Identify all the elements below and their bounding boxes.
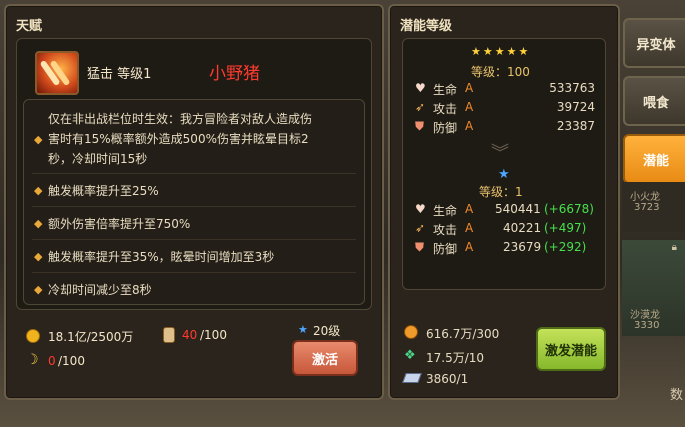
stat-label: 攻击	[433, 223, 458, 237]
stat-label: 生命	[433, 204, 458, 218]
pet-name: 小野猪	[209, 64, 260, 84]
cost-value: 616.7万/300	[426, 327, 500, 341]
stat-delta: (+6678)	[544, 202, 594, 216]
bottle-icon	[163, 327, 175, 343]
stat-delta: (+497)	[544, 221, 587, 235]
bullet-icon: ◆	[34, 250, 43, 263]
unleash-potential-button[interactable]: 激发潜能	[536, 327, 606, 371]
potential-title: 潜能等级	[400, 19, 453, 34]
banana-total: /100	[58, 354, 85, 368]
pet-card-fire-dragon[interactable]: 小火龙 3723	[622, 182, 685, 232]
stat-value: 533763	[549, 81, 595, 95]
banana-icon: ☽	[26, 352, 39, 368]
pet-card-desert-dragon[interactable]: 🔒︎ 沙漠龙 3330	[622, 240, 685, 336]
stat-label: 防御	[433, 242, 458, 256]
tab-potential[interactable]: 潜能	[623, 134, 685, 184]
sword-icon: ➶	[415, 100, 426, 114]
bullet-icon: ◆	[34, 184, 43, 197]
potential-stats-box: ★★★★★ 等级：100 ♥ 生命 A 533763 ➶ 攻击 A 39724 …	[402, 38, 606, 290]
stat-grade: A	[465, 221, 474, 235]
talent-title: 天赋	[16, 19, 43, 34]
stat-delta: (+292)	[544, 240, 587, 254]
stat-grade: A	[465, 100, 474, 114]
upgrade-item: 额外伤害倍率提升至750%	[48, 217, 191, 231]
sword-icon: ➶	[415, 221, 426, 235]
tab-feed[interactable]: 喂食	[623, 76, 685, 126]
orange-gem-icon	[404, 325, 418, 339]
star-level: 20级	[313, 324, 341, 338]
stat-grade: A	[465, 81, 474, 95]
stat-label: 防御	[433, 121, 458, 135]
desc-line-1: 仅在非出战栏位时生效：我方冒险者对敌人造成伤	[48, 112, 313, 126]
skill-effects-list: ◆ 仅在非出战栏位时生效：我方冒险者对敌人造成伤 害时有15%概率额外造成500…	[23, 99, 365, 305]
talent-content: 猛击 等级1 小野猪 ◆ 仅在非出战栏位时生效：我方冒险者对敌人造成伤 害时有1…	[16, 38, 372, 310]
stat-label: 攻击	[433, 102, 458, 116]
next-star: ★	[498, 167, 512, 182]
desc-line-2: 害时有15%概率额外造成500%伤害并眩晕目标2	[48, 132, 309, 146]
pet-card-value: 3330	[634, 320, 660, 331]
lock-icon: 🔒︎	[671, 242, 677, 253]
heart-icon: ♥	[415, 202, 426, 216]
green-gem-icon: ❖	[404, 348, 416, 363]
stat-value: 23679	[503, 240, 542, 254]
heart-icon: ♥	[415, 81, 426, 95]
double-chevron-down-icon: ︾	[491, 143, 509, 164]
current-level: 等级：100	[471, 65, 530, 79]
shield-icon: ⛊	[415, 240, 425, 254]
stat-grade: A	[465, 240, 474, 254]
gold-amount: 18.1亿/2500万	[48, 330, 134, 344]
bottle-current: 40	[182, 328, 198, 342]
divider	[32, 239, 356, 240]
stat-grade: A	[465, 119, 474, 133]
partial-label: 数	[670, 388, 684, 403]
gold-coin-icon	[26, 329, 40, 343]
stat-value: 23387	[556, 119, 595, 133]
banana-current: 0	[48, 354, 56, 368]
skill-icon	[35, 51, 79, 95]
current-stars: ★★★★★	[471, 45, 531, 58]
pet-card-name: 小火龙	[630, 192, 660, 203]
upgrade-item: 触发概率提升至35%，眩晕时间增加至3秒	[48, 250, 275, 264]
divider	[32, 206, 356, 207]
activate-button[interactable]: 激活	[292, 340, 358, 376]
cost-value: 17.5万/10	[426, 351, 485, 365]
bullet-icon: ◆	[34, 217, 43, 230]
scroll-icon	[402, 373, 422, 383]
bottle-total: /100	[200, 328, 227, 342]
bullet-icon: ◆	[34, 133, 43, 146]
next-level: 等级：1	[479, 185, 523, 199]
divider	[32, 272, 356, 273]
shield-icon: ⛊	[415, 119, 425, 133]
stat-value: 40221	[503, 221, 542, 235]
pet-card-value: 3723	[634, 202, 660, 213]
stat-value: 540441	[495, 202, 541, 216]
desc-line-3: 秒，冷却时间15秒	[48, 152, 148, 166]
potential-panel: 潜能等级 ★★★★★ 等级：100 ♥ 生命 A 533763 ➶ 攻击 A 3…	[388, 4, 620, 400]
talent-panel: 天赋 猛击 等级1 小野猪 ◆ 仅在非出战栏位时生效：我方冒险者对敌人造成伤 害…	[4, 4, 384, 400]
pet-card-name: 沙漠龙	[630, 310, 660, 321]
divider	[32, 173, 356, 174]
skill-name: 猛击 等级1	[87, 67, 152, 82]
stat-label: 生命	[433, 83, 458, 97]
upgrade-item: 触发概率提升至25%	[48, 184, 159, 198]
cost-value: 3860/1	[426, 372, 469, 386]
bullet-icon: ◆	[34, 283, 43, 296]
upgrade-item: 冷却时间减少至8秒	[48, 283, 152, 297]
stat-grade: A	[465, 202, 474, 216]
star-icon: ★	[298, 323, 308, 336]
stat-value: 39724	[556, 100, 595, 114]
tab-mutation[interactable]: 异变体	[623, 18, 685, 68]
